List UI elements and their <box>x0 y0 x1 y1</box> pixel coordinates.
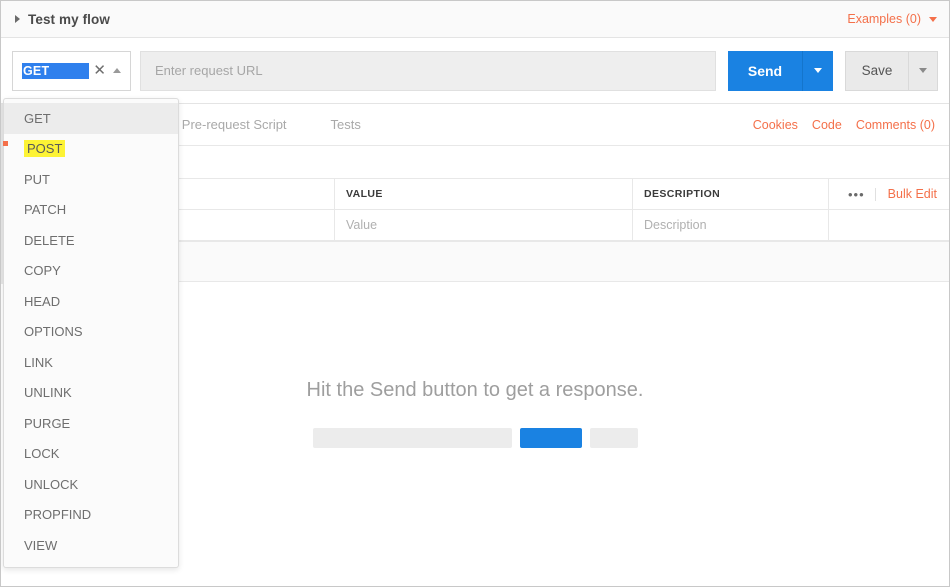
titlebar-right-group: Examples (0) <box>847 12 937 26</box>
illustration-bar-url <box>312 428 512 448</box>
table-header-tools: ••• Bulk Edit <box>829 179 949 209</box>
method-dropdown-menu: GET POST PUT PATCH DELETE COPY HEAD OPTI… <box>3 98 179 568</box>
method-option-label: LINK <box>24 354 53 370</box>
method-option-label: GET <box>24 110 51 126</box>
column-header-value-label: VALUE <box>346 188 383 200</box>
method-option-unlock[interactable]: UNLOCK <box>4 469 178 500</box>
page-title: Test my flow <box>28 11 110 27</box>
method-option-label: PATCH <box>24 202 67 218</box>
method-option-label: POST <box>24 140 66 158</box>
tab-pre-request-script[interactable]: Pre-request Script <box>160 117 309 132</box>
chevron-down-icon <box>919 68 927 73</box>
chevron-down-icon[interactable] <box>929 16 937 22</box>
method-option-label: DELETE <box>24 232 75 248</box>
cell-description-placeholder: Description <box>644 218 707 232</box>
chevron-up-icon[interactable] <box>113 68 121 73</box>
comments-link[interactable]: Comments (0) <box>856 118 935 132</box>
method-option-label: PUT <box>24 171 50 187</box>
method-option-label: UNLINK <box>24 385 72 401</box>
method-option-head[interactable]: HEAD <box>4 286 178 317</box>
method-option-purge[interactable]: PURGE <box>4 408 178 439</box>
method-option-unlink[interactable]: UNLINK <box>4 378 178 409</box>
method-option-copy[interactable]: COPY <box>4 256 178 287</box>
save-button-group: Save <box>845 50 938 91</box>
method-option-label: PROPFIND <box>24 507 92 523</box>
method-option-put[interactable]: PUT <box>4 164 178 195</box>
column-header-description-label: DESCRIPTION <box>644 188 721 200</box>
bulk-edit-button[interactable]: Bulk Edit <box>888 187 937 201</box>
response-placeholder-message: Hit the Send button to get a response. <box>306 379 644 401</box>
send-dropdown-button[interactable] <box>803 50 833 91</box>
method-select-value[interactable]: GET <box>22 62 90 79</box>
send-button-group: Send <box>728 50 833 91</box>
method-option-view[interactable]: VIEW <box>4 530 178 561</box>
method-option-label: UNLOCK <box>24 476 79 492</box>
method-option-options[interactable]: OPTIONS <box>4 317 178 348</box>
ellipsis-icon[interactable]: ••• <box>848 187 876 201</box>
code-link[interactable]: Code <box>812 118 842 132</box>
request-bar: GET ✕ Enter request URL Send Save <box>1 38 949 104</box>
illustration-bar-send <box>519 428 582 448</box>
cell-value-placeholder: Value <box>346 218 378 232</box>
titlebar: Test my flow Examples (0) <box>1 1 949 38</box>
cell-description-input[interactable]: Description <box>633 210 829 240</box>
method-option-lock[interactable]: LOCK <box>4 439 178 470</box>
unsaved-marker-icon <box>3 141 8 146</box>
save-dropdown-button[interactable] <box>909 52 937 90</box>
cell-value-input[interactable]: Value <box>335 210 633 240</box>
cookies-link[interactable]: Cookies <box>753 118 798 132</box>
response-placeholder-illustration <box>312 428 638 448</box>
method-option-label: PURGE <box>24 415 71 431</box>
method-option-link[interactable]: LINK <box>4 347 178 378</box>
close-icon[interactable]: ✕ <box>89 63 113 78</box>
method-select[interactable]: GET ✕ <box>12 50 131 91</box>
send-button[interactable]: Send <box>728 50 803 91</box>
method-option-label: LOCK <box>24 446 60 462</box>
column-header-value: VALUE <box>335 179 633 209</box>
method-option-label: VIEW <box>24 537 58 553</box>
column-header-description: DESCRIPTION <box>633 179 829 209</box>
method-option-label: COPY <box>24 263 61 279</box>
chevron-down-icon <box>814 68 822 73</box>
request-url-placeholder: Enter request URL <box>155 63 263 78</box>
examples-link[interactable]: Examples (0) <box>847 12 921 26</box>
request-tools-links: Cookies Code Comments (0) <box>753 118 935 132</box>
tab-tests[interactable]: Tests <box>309 117 383 132</box>
method-option-propfind[interactable]: PROPFIND <box>4 500 178 531</box>
save-button[interactable]: Save <box>846 51 909 90</box>
method-option-patch[interactable]: PATCH <box>4 195 178 226</box>
method-option-get[interactable]: GET <box>4 103 178 134</box>
titlebar-left-group: Test my flow <box>15 12 847 27</box>
method-option-label: OPTIONS <box>24 324 83 340</box>
request-url-input[interactable]: Enter request URL <box>140 50 716 91</box>
method-option-delete[interactable]: DELETE <box>4 225 178 256</box>
method-option-post[interactable]: POST <box>4 134 178 165</box>
caret-right-icon[interactable] <box>15 15 20 23</box>
method-option-label: HEAD <box>24 293 61 309</box>
postman-request-builder: Test my flow Examples (0) GET ✕ Enter re… <box>0 0 950 587</box>
illustration-bar-save <box>589 428 638 448</box>
cell-row-tools <box>829 210 949 240</box>
